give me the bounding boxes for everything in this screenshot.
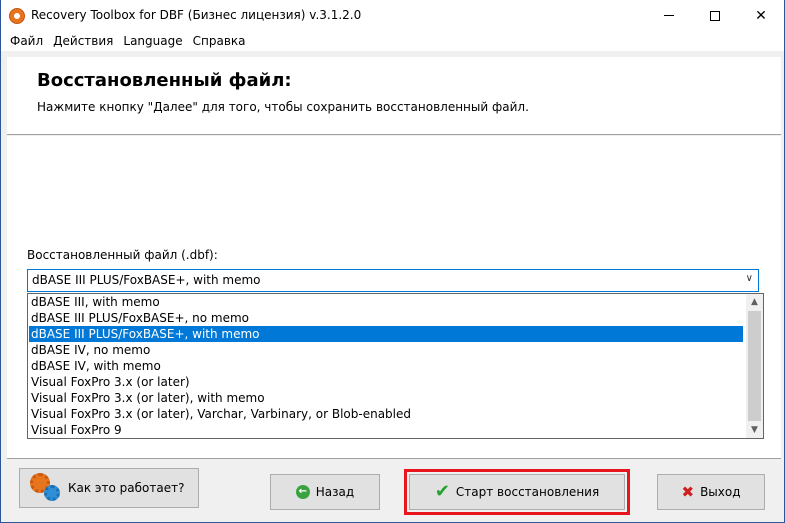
format-label: Восстановленный файл (.dbf): (27, 248, 218, 262)
scroll-down-icon[interactable]: ▼ (746, 422, 763, 438)
minimize-button[interactable] (646, 0, 692, 31)
format-option[interactable]: Visual FoxPro 9 (29, 422, 743, 438)
format-option-selected[interactable]: dBASE III PLUS/FoxBASE+, with memo (29, 326, 743, 342)
back-button[interactable]: ← Назад (270, 474, 380, 510)
menu-actions[interactable]: Действия (48, 31, 118, 51)
footer-divider (7, 458, 781, 459)
back-arrow-icon: ← (295, 485, 310, 499)
app-window: Recovery Toolbox for DBF (Бизнес лицензи… (0, 0, 785, 523)
minimize-icon (664, 15, 674, 16)
format-option[interactable]: dBASE IV, no memo (29, 342, 743, 358)
menu-file[interactable]: Файл (5, 31, 48, 51)
format-option[interactable]: dBASE III PLUS/FoxBASE+, no memo (29, 310, 743, 326)
exit-button[interactable]: ✖ Выход (657, 474, 765, 510)
exit-label: Выход (700, 485, 741, 499)
exit-x-icon: ✖ (681, 483, 695, 501)
page-header: Восстановленный файл: Нажмите кнопку "Да… (7, 57, 781, 135)
close-icon: ✕ (755, 7, 767, 24)
how-it-works-label: Как это работает? (68, 481, 185, 495)
highlight-frame (404, 469, 630, 515)
title-bar: Recovery Toolbox for DBF (Бизнес лицензи… (1, 0, 784, 31)
back-label: Назад (315, 485, 355, 499)
close-button[interactable]: ✕ (738, 0, 784, 31)
format-option[interactable]: dBASE IV, with memo (29, 358, 743, 374)
how-it-works-button[interactable]: Как это работает? (19, 468, 199, 508)
menu-help[interactable]: Справка (188, 31, 251, 51)
chevron-down-icon[interactable]: ∨ (746, 273, 753, 284)
window-title: Recovery Toolbox for DBF (Бизнес лицензи… (31, 8, 362, 22)
scroll-thumb[interactable] (748, 311, 761, 421)
content-panel: Восстановленный файл (.dbf): dBASE III P… (7, 136, 781, 458)
page-description: Нажмите кнопку "Далее" для того, чтобы с… (37, 100, 529, 114)
app-logo-icon (9, 8, 25, 24)
format-dropdown-list: dBASE III, with memo dBASE III PLUS/FoxB… (27, 293, 764, 439)
dropdown-scrollbar[interactable]: ▲ ▼ (746, 294, 763, 438)
menu-language[interactable]: Language (118, 31, 187, 51)
format-option[interactable]: Visual FoxPro 3.x (or later) (29, 374, 743, 390)
gears-icon (30, 473, 62, 503)
menu-bar: Файл Действия Language Справка (1, 31, 784, 51)
format-select-value: dBASE III PLUS/FoxBASE+, with memo (32, 273, 261, 287)
format-option[interactable]: dBASE III, with memo (29, 294, 743, 310)
maximize-icon (710, 10, 720, 21)
format-option[interactable]: Visual FoxPro 3.x (or later), Varchar, V… (29, 406, 743, 422)
maximize-button[interactable] (692, 0, 738, 31)
page-title: Восстановленный файл: (37, 70, 292, 91)
scroll-up-icon[interactable]: ▲ (746, 294, 763, 310)
format-select[interactable]: dBASE III PLUS/FoxBASE+, with memo ∨ (27, 269, 759, 292)
format-option[interactable]: Visual FoxPro 3.x (or later), with memo (29, 390, 743, 406)
